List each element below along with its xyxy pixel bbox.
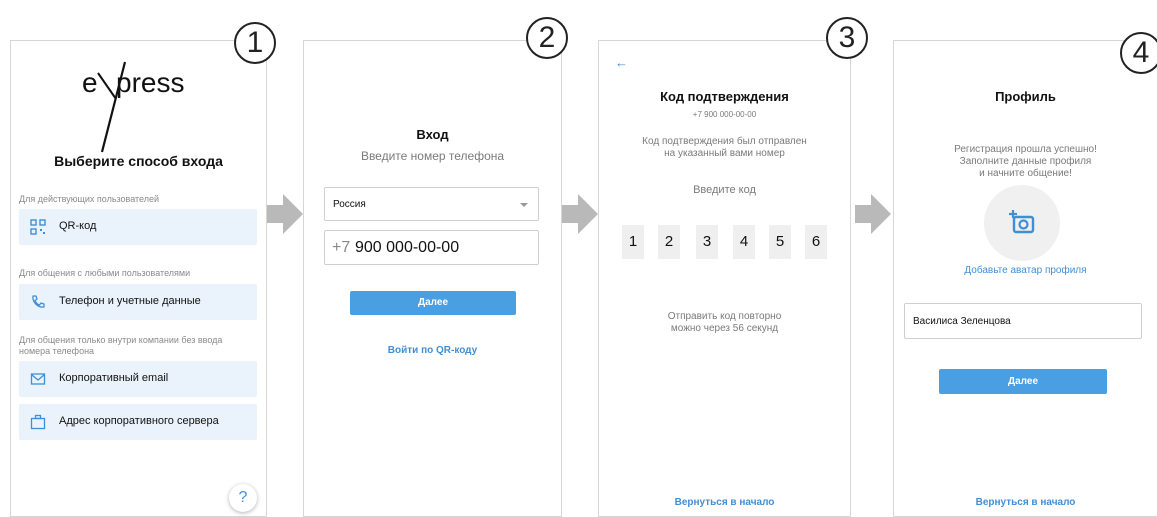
step-badge-2: 2 (526, 17, 568, 59)
enter-code-label: Введите код (693, 184, 756, 196)
express-logo: e press (79, 55, 199, 153)
success-text-line2: Заполните данные профиля (959, 156, 1092, 167)
phone-option[interactable]: Телефон и учетные данные (19, 284, 257, 320)
screen-login-method: e press Выберите способ входа Для действ… (10, 40, 267, 517)
qr-code-label: QR-код (59, 220, 97, 232)
code-digit-4[interactable]: 4 (733, 225, 755, 259)
screen-verification-code: ← Код подтверждения +7 900 000-00-00 Код… (598, 40, 851, 517)
flow-arrow-2-icon (562, 194, 598, 234)
code-sent-text-line1: Код подтверждения был отправлен (642, 136, 807, 147)
page-title: Выберите способ входа (54, 153, 223, 169)
back-to-start-link[interactable]: Вернуться в начало (894, 497, 1157, 508)
section-existing-users: Для действующих пользователей (19, 194, 160, 204)
name-value: Василиса Зеленцова (913, 316, 1011, 327)
country-select[interactable]: Россия (324, 187, 539, 221)
code-digit-3[interactable]: 3 (696, 225, 718, 259)
phone-number-input[interactable]: +7 900 000-00-00 (324, 230, 539, 265)
page-title: Вход (416, 127, 449, 142)
avatar-placeholder[interactable] (984, 185, 1060, 261)
next-button[interactable]: Далее (350, 291, 516, 315)
screen-profile: Профиль Регистрация прошла успешно! Запо… (893, 40, 1157, 517)
step-badge-4: 4 (1120, 32, 1157, 74)
code-digit-1[interactable]: 1 (622, 225, 644, 259)
qr-login-link[interactable]: Войти по QR-коду (304, 345, 561, 356)
phone-option-label: Телефон и учетные данные (59, 295, 201, 307)
chevron-down-icon (520, 203, 528, 207)
phone-number-display: +7 900 000-00-00 (692, 110, 757, 119)
code-sent-text-line2: на указанный вами номер (664, 148, 785, 159)
code-digit-5[interactable]: 5 (769, 225, 791, 259)
flow-arrow-3-icon (855, 194, 891, 234)
phone-icon (32, 295, 45, 308)
page-title: Профиль (995, 89, 1056, 104)
name-input[interactable]: Василиса Зеленцова (904, 303, 1142, 339)
corporate-email-label: Корпоративный email (59, 372, 169, 384)
corporate-server-option[interactable]: Адрес корпоративного сервера (19, 404, 257, 440)
back-to-start-link[interactable]: Вернуться в начало (599, 497, 850, 508)
success-text-line1: Регистрация прошла успешно! (954, 144, 1097, 155)
corporate-email-option[interactable]: Корпоративный email (19, 361, 257, 397)
section-any-users: Для общения с любыми пользователями (19, 268, 191, 278)
phone-prefix: +7 (332, 239, 351, 256)
qr-code-option[interactable]: QR-код (19, 209, 257, 245)
qr-code-icon (30, 219, 46, 235)
add-photo-icon (1009, 210, 1035, 234)
country-value: Россия (333, 199, 366, 210)
phone-number-value: 900 000-00-00 (355, 239, 460, 256)
back-arrow-icon[interactable]: ← (615, 55, 628, 70)
code-digit-2[interactable]: 2 (658, 225, 680, 259)
mail-icon (30, 373, 46, 385)
next-button[interactable]: Далее (939, 369, 1107, 394)
success-text-line3: и начните общение! (979, 168, 1072, 179)
step-badge-1: 1 (234, 22, 276, 64)
section-internal-users: Для общения только внутри компании без в… (19, 335, 223, 356)
page-subtitle: Введите номер телефона (360, 149, 505, 163)
resend-text-line2: можно через 56 секунд (670, 323, 779, 334)
briefcase-icon (30, 414, 46, 430)
page-title: Код подтверждения (660, 89, 789, 104)
help-button[interactable]: ? (229, 484, 257, 512)
resend-text-line1: Отправить код повторно (667, 311, 782, 322)
corporate-server-label: Адрес корпоративного сервера (59, 415, 219, 427)
step-badge-3: 3 (826, 17, 868, 59)
screen-phone-login: Вход Введите номер телефона Россия +7 90… (303, 40, 562, 517)
add-avatar-link[interactable]: Добавьте аватар профиля (894, 265, 1157, 276)
flow-arrow-1-icon (267, 194, 303, 234)
code-digit-6[interactable]: 6 (805, 225, 827, 259)
